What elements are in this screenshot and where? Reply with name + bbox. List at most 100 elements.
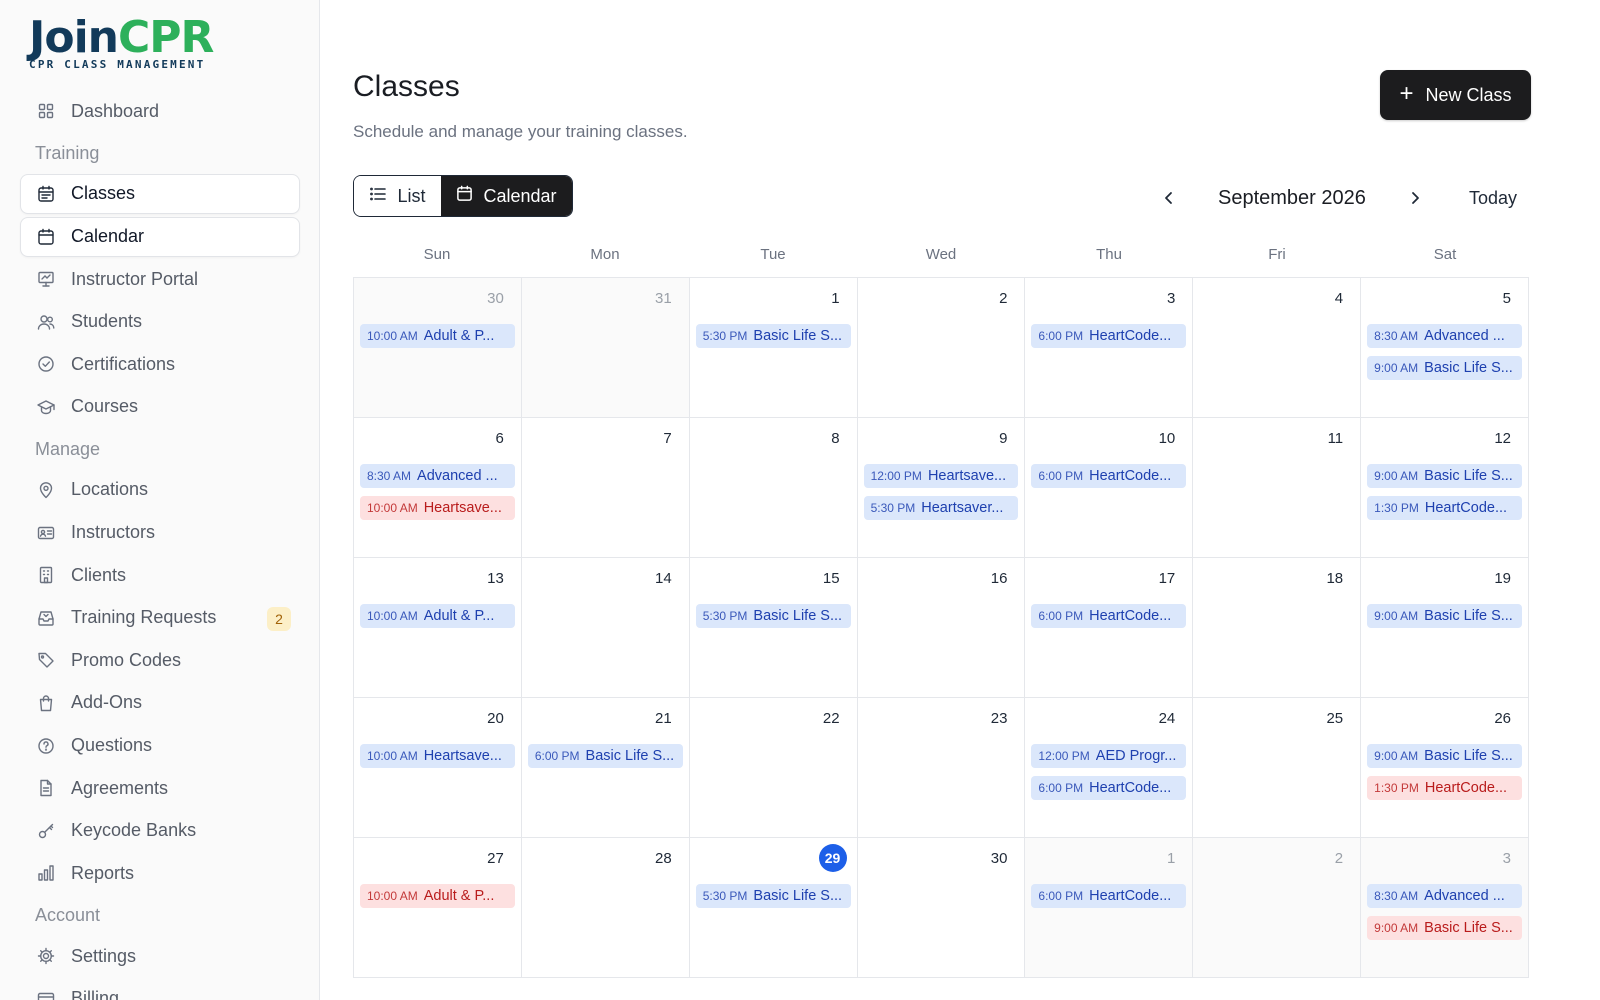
calendar-day-cell[interactable]: 8 [689,418,858,558]
event-title: HeartCode... [1089,328,1172,344]
calendar-day-cell[interactable]: 15 5:30 PM Basic Life S... [689,558,858,698]
brand-logo[interactable]: JoinCPR CPR CLASS MANAGEMENT [29,12,214,71]
class-event-chip[interactable]: 12:00 PM Heartsave... [863,464,1019,488]
calendar-day-cell[interactable]: 30 10:00 AM Adult & P... [354,278,522,418]
sidebar-item-calendar[interactable]: Calendar [20,216,300,257]
calendar-day-cell[interactable]: 18 [1193,558,1362,698]
class-event-chip[interactable]: 6:00 PM HeartCode... [1031,604,1187,628]
class-event-chip[interactable]: 9:00 AM Basic Life S... [1367,464,1522,488]
calendar-day-cell[interactable]: 1 5:30 PM Basic Life S... [689,278,858,418]
calendar-day-cell[interactable]: 1 6:00 PM HeartCode... [1025,838,1194,978]
class-event-chip[interactable]: 9:00 AM Basic Life S... [1367,744,1522,768]
sidebar-item-courses[interactable]: Courses [20,387,300,427]
previous-month-button[interactable] [1151,180,1187,216]
day-number: 2 [999,290,1008,307]
sidebar-item-instructor-portal[interactable]: Instructor Portal [20,259,300,299]
calendar-day-cell[interactable]: 23 [857,698,1026,838]
sidebar-item-questions[interactable]: Questions [20,726,300,766]
class-event-chip[interactable]: 5:30 PM Basic Life S... [695,884,851,908]
day-events: 6:00 PM HeartCode... [1031,604,1187,636]
class-event-chip[interactable]: 5:30 PM Heartsaver... [863,496,1019,520]
file-text-icon [37,779,55,797]
day-number: 14 [655,570,672,587]
class-event-chip[interactable]: 9:00 AM Basic Life S... [1367,604,1522,628]
logo-tagline: CPR CLASS MANAGEMENT [29,58,206,71]
dashboard-icon [37,102,55,120]
calendar-day-cell[interactable]: 21 6:00 PM Basic Life S... [521,698,690,838]
list-view-button[interactable]: List [354,176,441,216]
day-events: 9:00 AM Basic Life S... [1367,604,1522,636]
sidebar-item-instructors[interactable]: Instructors [20,513,300,553]
calendar-day-cell[interactable]: 10 6:00 PM HeartCode... [1025,418,1194,558]
class-event-chip[interactable]: 8:30 AM Advanced ... [1367,324,1522,348]
calendar-day-cell[interactable]: 30 [857,838,1026,978]
class-event-chip[interactable]: 9:00 AM Basic Life S... [1367,916,1522,940]
class-event-chip[interactable]: 10:00 AM Heartsave... [360,496,515,520]
calendar-day-cell[interactable]: 31 [521,278,690,418]
class-event-chip[interactable]: 5:30 PM Basic Life S... [695,324,851,348]
class-event-chip[interactable]: 6:00 PM HeartCode... [1031,776,1187,800]
sidebar-item-promo-codes[interactable]: Promo Codes [20,640,300,680]
calendar-day-cell[interactable]: 26 9:00 AM Basic Life S... 1:30 PM HeartCode… [1361,698,1529,838]
class-event-chip[interactable]: 6:00 PM HeartCode... [1031,884,1187,908]
class-event-chip[interactable]: 9:00 AM Basic Life S... [1367,356,1522,380]
calendar-day-cell[interactable]: 24 12:00 PM AED Progr... 6:00 PM HeartCode..… [1025,698,1194,838]
sidebar-item-students[interactable]: Students [20,302,300,342]
calendar-day-cell[interactable]: 6 8:30 AM Advanced ... 10:00 AM Heartsave... [354,418,522,558]
calendar-day-cell[interactable]: 5 8:30 AM Advanced ... 9:00 AM Basic Life S.… [1361,278,1529,418]
calendar-day-cell[interactable]: 9 12:00 PM Heartsave... 5:30 PM Heartsaver..… [857,418,1026,558]
calendar-view-button[interactable]: Calendar [441,176,572,216]
event-title: HeartCode... [1424,780,1508,796]
calendar-day-cell[interactable]: 17 6:00 PM HeartCode... [1025,558,1194,698]
calendar-day-cell[interactable]: 12 9:00 AM Basic Life S... 1:30 PM HeartCode… [1361,418,1529,558]
calendar-day-cell[interactable]: 20 10:00 AM Heartsave... [354,698,522,838]
class-event-chip[interactable]: 6:00 PM HeartCode... [1031,324,1187,348]
calendar-day-cell[interactable]: 3 6:00 PM HeartCode... [1025,278,1194,418]
sidebar-item-classes[interactable]: Classes [20,173,300,214]
sidebar-item-billing[interactable]: Billing [20,979,300,1000]
day-number: 22 [822,710,840,727]
calendar-day-cell[interactable]: 28 [521,838,690,978]
calendar-day-cell[interactable]: 29 5:30 PM Basic Life S... [689,838,858,978]
event-time: 9:00 AM [1374,609,1419,623]
class-event-chip[interactable]: 6:00 PM HeartCode... [1031,464,1187,488]
sidebar-item-settings[interactable]: Settings [20,936,300,976]
next-month-button[interactable] [1397,180,1433,216]
sidebar-item-agreements[interactable]: Agreements [20,768,300,808]
class-event-chip[interactable]: 10:00 AM Adult & P... [360,884,515,908]
today-button[interactable]: Today [1453,182,1533,215]
class-event-chip[interactable]: 12:00 PM AED Progr... [1031,744,1187,768]
calendar-day-cell[interactable]: 19 9:00 AM Basic Life S... [1361,558,1529,698]
sidebar-item-reports[interactable]: Reports [20,853,300,893]
sidebar-item-locations[interactable]: Locations [20,470,300,510]
calendar-day-cell[interactable]: 16 [857,558,1026,698]
event-time: 12:00 PM [870,469,922,483]
sidebar-item-clients[interactable]: Clients [20,555,300,595]
class-event-chip[interactable]: 10:00 AM Heartsave... [360,744,515,768]
class-event-chip[interactable]: 1:30 PM HeartCode... [1367,776,1522,800]
class-event-chip[interactable]: 10:00 AM Adult & P... [360,324,515,348]
calendar-day-cell[interactable]: 11 [1193,418,1362,558]
calendar-day-cell[interactable]: 25 [1193,698,1362,838]
class-event-chip[interactable]: 8:30 AM Advanced ... [1367,884,1522,908]
sidebar-item-training-requests[interactable]: Training Requests 2 [20,598,300,638]
calendar-day-cell[interactable]: 4 [1193,278,1362,418]
class-event-chip[interactable]: 5:30 PM Basic Life S... [695,604,851,628]
class-event-chip[interactable]: 1:30 PM HeartCode... [1367,496,1522,520]
sidebar-item-certifications[interactable]: Certifications [20,344,300,384]
calendar-day-cell[interactable]: 27 10:00 AM Adult & P... [354,838,522,978]
sidebar-item-dashboard[interactable]: Dashboard [20,91,300,131]
calendar-day-cell[interactable]: 2 [1193,838,1362,978]
sidebar-item-add-ons[interactable]: Add-Ons [20,683,300,723]
class-event-chip[interactable]: 6:00 PM Basic Life S... [527,744,683,768]
class-event-chip[interactable]: 10:00 AM Adult & P... [360,604,515,628]
calendar-day-cell[interactable]: 2 [857,278,1026,418]
calendar-day-cell[interactable]: 22 [689,698,858,838]
calendar-day-cell[interactable]: 3 8:30 AM Advanced ... 9:00 AM Basic Life S.… [1361,838,1529,978]
calendar-day-cell[interactable]: 13 10:00 AM Adult & P... [354,558,522,698]
sidebar-item-keycode-banks[interactable]: Keycode Banks [20,811,300,851]
calendar-day-cell[interactable]: 7 [521,418,690,558]
class-event-chip[interactable]: 8:30 AM Advanced ... [360,464,515,488]
calendar-day-cell[interactable]: 14 [521,558,690,698]
new-class-button[interactable]: + New Class [1380,70,1531,120]
